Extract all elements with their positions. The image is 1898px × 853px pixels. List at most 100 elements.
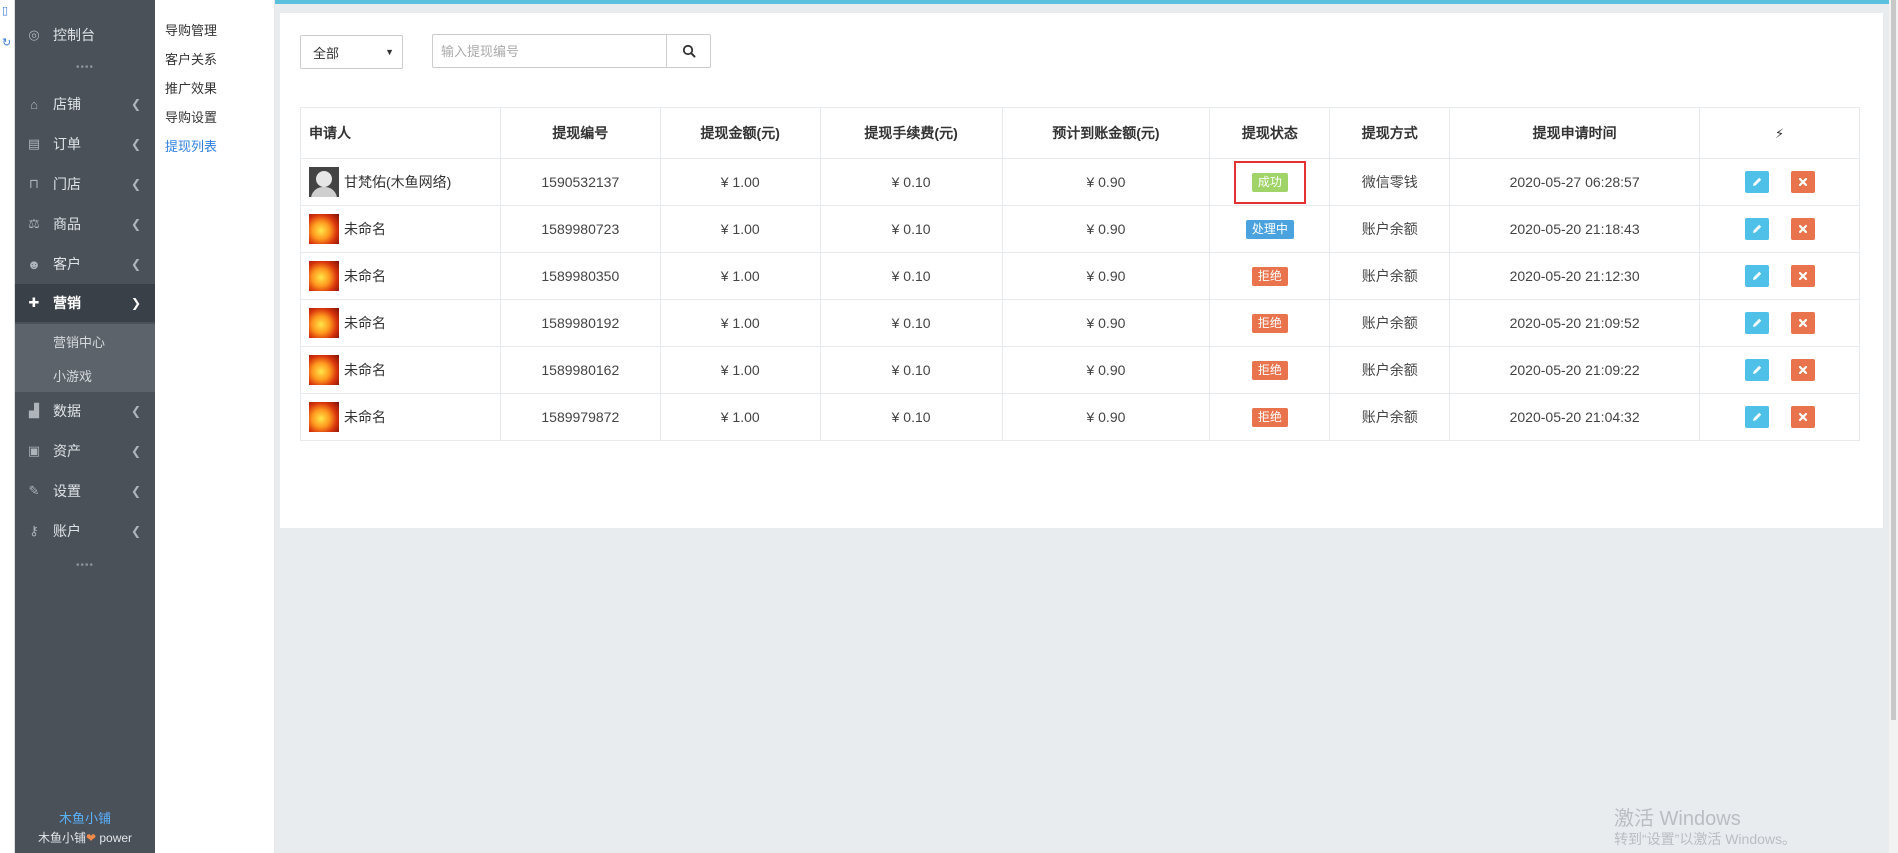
cell-fee: ¥ 0.10 [819, 158, 1003, 206]
cell-status: 拒绝 [1209, 252, 1331, 300]
sidebar-item-data[interactable]: ▟ 数据 ❮ [15, 392, 155, 430]
chevron-left-icon: ❮ [130, 257, 141, 271]
branch-icon: ⊓ [28, 176, 40, 191]
sidebar-item-order[interactable]: ▤ 订单 ❮ [15, 125, 155, 163]
applicant-name: 甘梵佑(木鱼网络) [344, 174, 452, 190]
cell-method: 账户余额 [1329, 299, 1451, 347]
cell-status: 拒绝 [1209, 393, 1331, 441]
cell-withdrawal-id: 1589980723 [499, 205, 661, 253]
applicant-name: 未命名 [344, 409, 386, 425]
delete-button[interactable] [1790, 171, 1815, 193]
sidebar-item-dashboard[interactable]: ◎ 控制台 [15, 16, 155, 54]
subnav-item-guide-management[interactable]: 导购管理 [165, 20, 217, 39]
secondary-nav: 导购管理 客户关系 推广效果 导购设置 提现列表 [155, 0, 275, 853]
applicant-name: 未命名 [344, 315, 386, 331]
sidebar-item-store[interactable]: ⌂ 店铺 ❮ [15, 85, 155, 123]
sidebar-item-settings[interactable]: ✎ 设置 ❮ [15, 472, 155, 510]
delete-button[interactable] [1790, 265, 1815, 287]
sidebar-item-account[interactable]: ⚷ 账户 ❮ [15, 512, 155, 550]
delete-button[interactable] [1790, 359, 1815, 381]
cell-net-amount: ¥ 0.90 [1001, 205, 1211, 253]
edit-button[interactable] [1744, 171, 1769, 193]
windows-activation-hint: 转到“设置”以激活 Windows。 [1614, 831, 1797, 847]
avatar [309, 214, 339, 244]
cell-applicant: 甘梵佑(木鱼网络) [300, 158, 501, 206]
subnav-item-promotion-effect[interactable]: 推广效果 [165, 78, 217, 97]
vertical-scrollbar[interactable] [1889, 0, 1898, 853]
delete-button[interactable] [1790, 218, 1815, 240]
cell-time: 2020-05-20 21:12:30 [1449, 252, 1701, 300]
scrollbar-thumb[interactable] [1891, 0, 1896, 720]
cell-net-amount: ¥ 0.90 [1001, 393, 1211, 441]
chevron-left-icon: ❮ [130, 484, 141, 498]
cell-fee: ¥ 0.10 [819, 346, 1003, 394]
chart-icon: ▟ [29, 403, 39, 418]
cell-applicant: 未命名 [300, 205, 501, 253]
left-edge-strip: ▯ ↻ [0, 0, 15, 853]
table-row: 未命名 1589980162 ¥ 1.00 ¥ 0.10 ¥ 0.90 拒绝 账户余额 202… [300, 346, 1860, 394]
sidebar-item-label: 客户 [53, 256, 81, 272]
key-icon: ⚷ [29, 523, 39, 538]
delete-button[interactable] [1790, 406, 1815, 428]
close-icon [1798, 224, 1807, 234]
col-header-actions: ⚡ [1699, 107, 1860, 159]
status-badge: 处理中 [1245, 219, 1294, 239]
cell-applicant: 未命名 [300, 299, 501, 347]
cell-applicant: 未命名 [300, 346, 501, 394]
cell-time: 2020-05-20 21:04:32 [1449, 393, 1701, 441]
table-header-row: 申请人 提现编号 提现金额(元) 提现手续费(元) 预计到账金额(元) 提现状态… [300, 107, 1860, 159]
close-icon [1798, 412, 1807, 422]
search-button[interactable] [666, 34, 711, 68]
cell-actions [1699, 393, 1860, 441]
edit-button[interactable] [1744, 312, 1769, 334]
status-badge: 拒绝 [1251, 313, 1288, 333]
sidebar-item-label: 店铺 [53, 96, 81, 112]
sidebar-item-product[interactable]: ⚖ 商品 ❮ [15, 205, 155, 243]
status-badge: 拒绝 [1251, 407, 1288, 427]
sidebar-item-label: 商品 [53, 216, 81, 232]
chevron-left-icon: ❮ [130, 404, 141, 418]
col-header-withdrawal-id: 提现编号 [499, 107, 661, 159]
edit-button[interactable] [1744, 265, 1769, 287]
refresh-icon[interactable]: ↻ [2, 36, 11, 49]
subnav-item-withdrawal-list[interactable]: 提现列表 [165, 136, 217, 155]
cell-actions [1699, 299, 1860, 347]
scale-icon: ⚖ [28, 216, 40, 231]
table-row: 未命名 1589979872 ¥ 1.00 ¥ 0.10 ¥ 0.90 拒绝 账户余额 202… [300, 393, 1860, 441]
withdrawal-id-search-input[interactable] [432, 34, 667, 68]
status-filter-select[interactable]: 全部 ▼ [300, 35, 403, 69]
delete-button[interactable] [1790, 312, 1815, 334]
cell-method: 账户余额 [1329, 252, 1451, 300]
sidebar-subitem-mini-games[interactable]: 小游戏 [15, 358, 155, 392]
subnav-item-customer-relations[interactable]: 客户关系 [165, 49, 217, 68]
chevron-left-icon: ❮ [130, 177, 141, 191]
sidebar-item-marketing[interactable]: ✚ 营销 ❯ [15, 284, 155, 322]
edit-button[interactable] [1744, 406, 1769, 428]
cell-amount: ¥ 1.00 [659, 158, 821, 206]
cell-method: 账户余额 [1329, 205, 1451, 253]
avatar [309, 261, 339, 291]
avatar [309, 167, 339, 197]
status-badge: 拒绝 [1251, 360, 1288, 380]
close-icon [1798, 318, 1807, 328]
chevron-left-icon: ❮ [130, 137, 141, 151]
col-header-applicant: 申请人 [300, 107, 501, 159]
sidebar: ◎ 控制台 •••• ⌂ 店铺 ❮ ▤ 订单 ❮ ⊓ 门店 ❮ ⚖ 商品 ❮ ☻… [15, 0, 155, 853]
status-badge: 拒绝 [1251, 266, 1288, 286]
cell-actions [1699, 158, 1860, 206]
edit-button[interactable] [1744, 359, 1769, 381]
cell-status: 拒绝 [1209, 299, 1331, 347]
sidebar-subitem-marketing-center[interactable]: 营销中心 [15, 324, 155, 358]
sidebar-item-label: 订单 [53, 136, 81, 152]
sidebar-item-branch[interactable]: ⊓ 门店 ❮ [15, 165, 155, 203]
sidebar-footer-brand[interactable]: 木鱼小铺 [15, 808, 155, 827]
cell-net-amount: ¥ 0.90 [1001, 252, 1211, 300]
sidebar-item-customer[interactable]: ☻ 客户 ❮ [15, 245, 155, 283]
gift-icon: ✚ [28, 295, 40, 310]
col-header-status: 提现状态 [1209, 107, 1331, 159]
document-icon[interactable]: ▯ [2, 4, 8, 17]
subnav-item-guide-settings[interactable]: 导购设置 [165, 107, 217, 126]
edit-button[interactable] [1744, 218, 1769, 240]
sidebar-item-assets[interactable]: ▣ 资产 ❮ [15, 432, 155, 470]
chevron-left-icon: ❮ [130, 444, 141, 458]
